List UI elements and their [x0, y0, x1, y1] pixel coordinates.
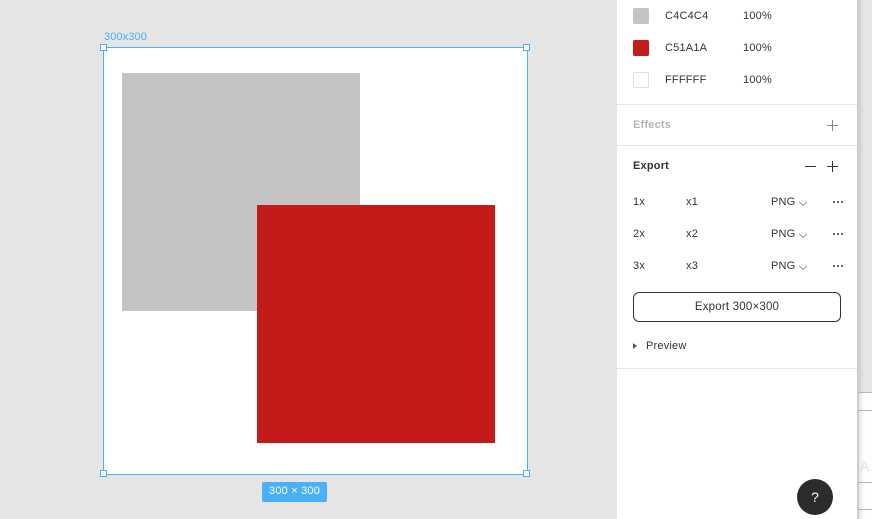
fill-section: C4C4C4 100% C51A1A 100% FFFFFF 100%: [617, 0, 857, 105]
frame-body[interactable]: [104, 48, 527, 474]
export-title: Export: [633, 160, 670, 172]
color-swatch[interactable]: [633, 72, 649, 88]
color-swatch[interactable]: [633, 40, 649, 56]
export-button[interactable]: Export 300×300: [633, 292, 841, 322]
fill-opacity-value[interactable]: 100%: [743, 10, 772, 22]
export-format-value: PNG: [771, 196, 796, 208]
export-format-value: PNG: [771, 228, 796, 240]
dot: [837, 233, 839, 235]
dot: [841, 201, 843, 203]
resize-handle-bottom-right[interactable]: [523, 470, 530, 477]
export-scale-input[interactable]: 3x: [633, 260, 686, 272]
preview-label: Preview: [646, 340, 687, 352]
selection-size-badge: 300 × 300: [262, 482, 328, 502]
color-swatch[interactable]: [633, 8, 649, 24]
fill-row[interactable]: FFFFFF 100%: [617, 64, 857, 96]
chevron-down-icon: [800, 231, 807, 238]
preview-toggle[interactable]: Preview: [617, 332, 857, 360]
frame-name-label[interactable]: 300x300: [104, 31, 147, 43]
export-format-value: PNG: [771, 260, 796, 272]
red-rectangle-shape[interactable]: [257, 205, 495, 443]
export-section: Export 1x x1 PNG 2x x2 PNG 3x x3 PNG Exp…: [617, 146, 857, 369]
triangle-right-icon: [633, 343, 637, 349]
export-row-menu-button[interactable]: [823, 265, 843, 267]
plus-icon: [826, 160, 838, 172]
add-export-button[interactable]: [821, 155, 843, 177]
fill-row[interactable]: C51A1A 100%: [617, 32, 857, 64]
export-button-wrap: Export 300×300: [617, 288, 857, 332]
fill-hex-value[interactable]: C51A1A: [665, 42, 743, 54]
export-suffix-input[interactable]: x2: [686, 228, 771, 240]
help-button[interactable]: ?: [797, 479, 833, 515]
fill-row[interactable]: C4C4C4 100%: [617, 0, 857, 32]
dot: [837, 201, 839, 203]
export-suffix-input[interactable]: x1: [686, 196, 771, 208]
effects-header: Effects: [617, 105, 857, 145]
export-format-select[interactable]: PNG: [771, 260, 823, 272]
export-suffix-input[interactable]: x3: [686, 260, 771, 272]
export-header: Export: [617, 146, 857, 186]
fill-opacity-value[interactable]: 100%: [743, 42, 772, 54]
divider: [859, 392, 872, 393]
add-effect-button[interactable]: [821, 114, 843, 136]
dot: [841, 265, 843, 267]
partial-text: A: [860, 458, 870, 474]
dot: [841, 233, 843, 235]
export-rows: 1x x1 PNG 2x x2 PNG 3x x3 PNG: [617, 186, 857, 288]
divider: [859, 509, 872, 510]
export-row-menu-button[interactable]: [823, 233, 843, 235]
divider: [859, 410, 872, 411]
effects-section: Effects: [617, 105, 857, 146]
export-row[interactable]: 3x x3 PNG: [617, 250, 857, 282]
dot: [833, 201, 835, 203]
chevron-down-icon: [800, 263, 807, 270]
export-row[interactable]: 2x x2 PNG: [617, 218, 857, 250]
export-row[interactable]: 1x x1 PNG: [617, 186, 857, 218]
export-format-select[interactable]: PNG: [771, 228, 823, 240]
selected-frame[interactable]: 300x300 300 × 300: [100, 31, 530, 502]
export-format-select[interactable]: PNG: [771, 196, 823, 208]
export-row-menu-button[interactable]: [823, 201, 843, 203]
fill-opacity-value[interactable]: 100%: [743, 74, 772, 86]
resize-handle-top-right[interactable]: [523, 44, 530, 51]
resize-handle-bottom-left[interactable]: [100, 470, 107, 477]
figma-window: 300x300 300 × 300 C4C4C4 100% C51A1A 100…: [0, 0, 872, 519]
resize-handle-top-left[interactable]: [100, 44, 107, 51]
plus-icon: [826, 119, 838, 131]
right-properties-panel: C4C4C4 100% C51A1A 100% FFFFFF 100% Effe…: [617, 0, 857, 519]
effects-title: Effects: [633, 119, 672, 131]
chevron-down-icon: [800, 199, 807, 206]
export-scale-input[interactable]: 2x: [633, 228, 686, 240]
dot: [833, 233, 835, 235]
divider: [859, 482, 872, 483]
offscreen-secondary-panel: A: [859, 392, 872, 519]
minus-icon: [804, 165, 816, 167]
design-canvas[interactable]: 300x300 300 × 300: [0, 0, 617, 519]
fill-rows: C4C4C4 100% C51A1A 100% FFFFFF 100%: [617, 0, 857, 104]
remove-export-button[interactable]: [799, 155, 821, 177]
dot: [837, 265, 839, 267]
fill-hex-value[interactable]: C4C4C4: [665, 10, 743, 22]
export-scale-input[interactable]: 1x: [633, 196, 686, 208]
fill-hex-value[interactable]: FFFFFF: [665, 74, 743, 86]
dot: [833, 265, 835, 267]
